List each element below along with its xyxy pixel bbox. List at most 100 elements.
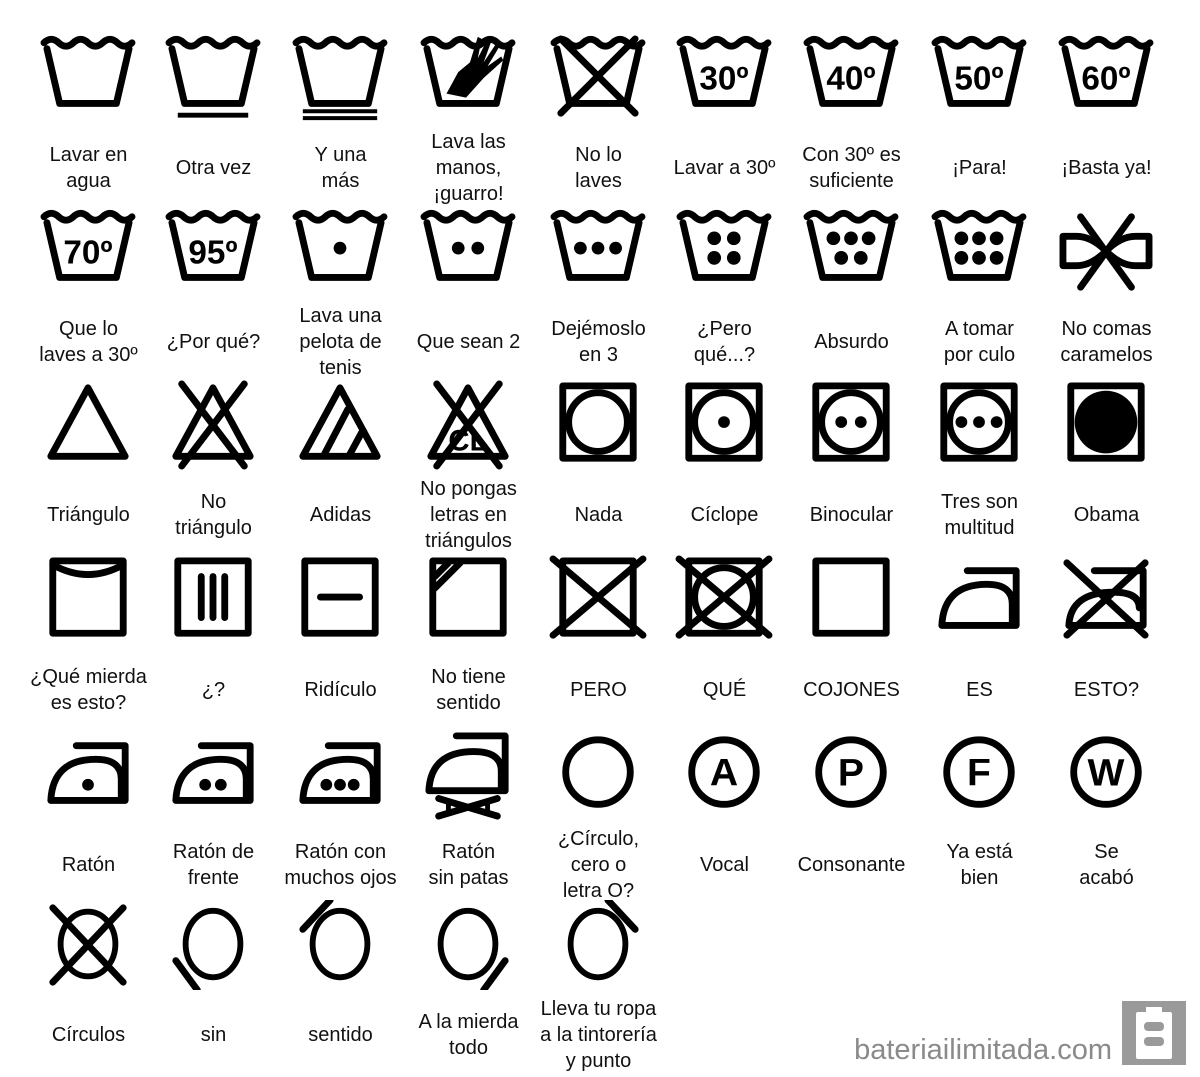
tumble-dry-icon [940, 382, 1018, 462]
symbol-card: P Consonante [788, 730, 915, 905]
tumble-dry-icon [685, 382, 763, 462]
no-steam-iron-icon [425, 732, 509, 820]
symbol-card: A Vocal [661, 730, 788, 905]
do-not-dry-icon [549, 555, 647, 639]
iron-dots-icon [47, 742, 129, 804]
symbol-card: Lava una pelota de tenis [277, 207, 404, 382]
svg-text:40º: 40º [826, 61, 875, 98]
svg-text:30º: 30º [699, 61, 748, 98]
symbol-card: 60º ¡Basta ya! [1043, 33, 1170, 208]
symbol-card: W Se acabó [1043, 730, 1170, 905]
symbol-label: Absurdo [814, 331, 889, 353]
symbol-label: ¡Para! [952, 157, 1007, 179]
wash-temperature-icon: 60º [1058, 35, 1154, 107]
symbol-card: Tres son multitud [916, 380, 1043, 555]
symbol-card: 70º Que lo laves a 30º [25, 207, 152, 382]
symbol-card: Ratón de frente [150, 730, 277, 905]
symbol-card: Lleva tu ropa a la tintorería y punto [535, 900, 662, 1075]
hand-wash-icon [420, 35, 516, 107]
symbol-card: 40º Con 30º es suficiente [788, 33, 915, 208]
circle-bar-icon [299, 900, 371, 981]
iron-icon [938, 567, 1020, 629]
iron-dots-icon [172, 742, 254, 804]
do-not-wash-icon [550, 35, 646, 117]
symbol-label: No tiene sentido [431, 666, 506, 714]
no-chlorine-bleach-icon: CL [427, 380, 509, 470]
symbol-label: Dejémoslo en 3 [551, 318, 646, 366]
watermark: bateriailimitada.com [854, 1001, 1186, 1065]
symbol-label: Otra vez [175, 157, 252, 179]
symbol-card: ES [916, 555, 1043, 730]
do-not-tumble-dry-icon [675, 555, 773, 639]
line-dry-icon [49, 557, 127, 637]
symbol-label: ESTO? [1073, 679, 1140, 701]
symbol-label: No lo laves [575, 144, 622, 192]
symbol-card: 30º Lavar a 30º [661, 33, 788, 208]
symbol-label: Y una más [314, 144, 367, 192]
symbol-card: A la mierda todo [405, 900, 532, 1075]
svg-text:50º: 50º [954, 61, 1003, 98]
symbol-label: Con 30º es suficiente [802, 144, 901, 192]
symbol-card: ESTO? [1043, 555, 1170, 730]
symbol-card: ¿Qué mierda es esto? [25, 555, 152, 730]
wash-temperature-icon: 70º [40, 209, 136, 281]
symbol-card: Que sean 2 [405, 207, 532, 382]
tumble-dry-icon [559, 382, 637, 462]
wash-tub-two-bars-icon [292, 35, 388, 121]
iron-dots-icon [299, 742, 381, 804]
symbol-card: Nada [535, 380, 662, 555]
symbol-card: Ratón [25, 730, 152, 905]
symbol-card: 95º ¿Por qué? [150, 207, 277, 382]
symbol-card: 50º ¡Para! [916, 33, 1043, 208]
symbol-card: sentido [277, 900, 404, 1075]
symbol-card: Binocular [788, 380, 915, 555]
tumble-dry-icon [812, 382, 890, 462]
symbol-card: Cíclope [661, 380, 788, 555]
symbol-card: F Ya está bien [916, 730, 1043, 905]
circle-bar-icon [437, 907, 509, 990]
symbol-label: Consonante [797, 854, 906, 876]
symbol-card: Ridículo [277, 555, 404, 730]
dry-flat-icon [301, 557, 379, 637]
symbol-card: Ratón sin patas [405, 730, 532, 905]
symbol-label: Binocular [809, 504, 894, 526]
non-chlorine-bleach-icon [299, 384, 381, 460]
bleach-triangle-icon [47, 384, 129, 460]
symbol-card: Triángulo [25, 380, 152, 555]
wash-dots-icon [803, 209, 899, 281]
dry-clean-letter-icon: A [688, 736, 760, 808]
symbol-card: QUÉ [661, 555, 788, 730]
symbol-label: Adidas [309, 504, 372, 526]
natural-dry-icon [812, 557, 890, 637]
symbol-label: Lavar a 30º [673, 157, 776, 179]
wash-temperature-icon: 95º [165, 209, 261, 281]
symbol-card: sin [150, 900, 277, 1075]
do-not-wring-icon [1059, 213, 1153, 291]
wash-tub-one-bar-icon [165, 35, 261, 118]
symbol-card: No tiene sentido [405, 555, 532, 730]
symbol-label: Lava una pelota de tenis [299, 305, 382, 379]
symbol-label: Nada [574, 504, 623, 526]
symbol-card: Y una más [277, 33, 404, 208]
symbol-label: Se acabó [1079, 841, 1134, 889]
symbol-card: Ratón con muchos ojos [277, 730, 404, 905]
symbol-label: Lava las manos, ¡guarro! [431, 131, 506, 205]
symbol-card: Adidas [277, 380, 404, 555]
dry-clean-icon [562, 736, 634, 808]
wash-temperature-icon: 40º [803, 35, 899, 107]
symbol-card: COJONES [788, 555, 915, 730]
symbol-label: Ratón de frente [172, 841, 255, 889]
symbol-card: CL No pongas letras en triángulos [405, 380, 532, 555]
svg-text:F: F [967, 752, 991, 795]
symbol-card: No triángulo [150, 380, 277, 555]
symbol-card: A tomar por culo [916, 207, 1043, 382]
circle-bar-icon [567, 900, 639, 981]
drip-dry-icon [174, 557, 252, 637]
wash-dots-icon [676, 209, 772, 281]
symbol-label: ¿Círculo, cero o letra O? [557, 828, 640, 902]
svg-text:60º: 60º [1081, 61, 1130, 98]
symbol-label: Cíclope [690, 504, 759, 526]
dry-in-shade-icon [429, 557, 507, 637]
symbol-label: A tomar por culo [943, 318, 1016, 366]
symbol-card: ¿Pero qué...? [661, 207, 788, 382]
